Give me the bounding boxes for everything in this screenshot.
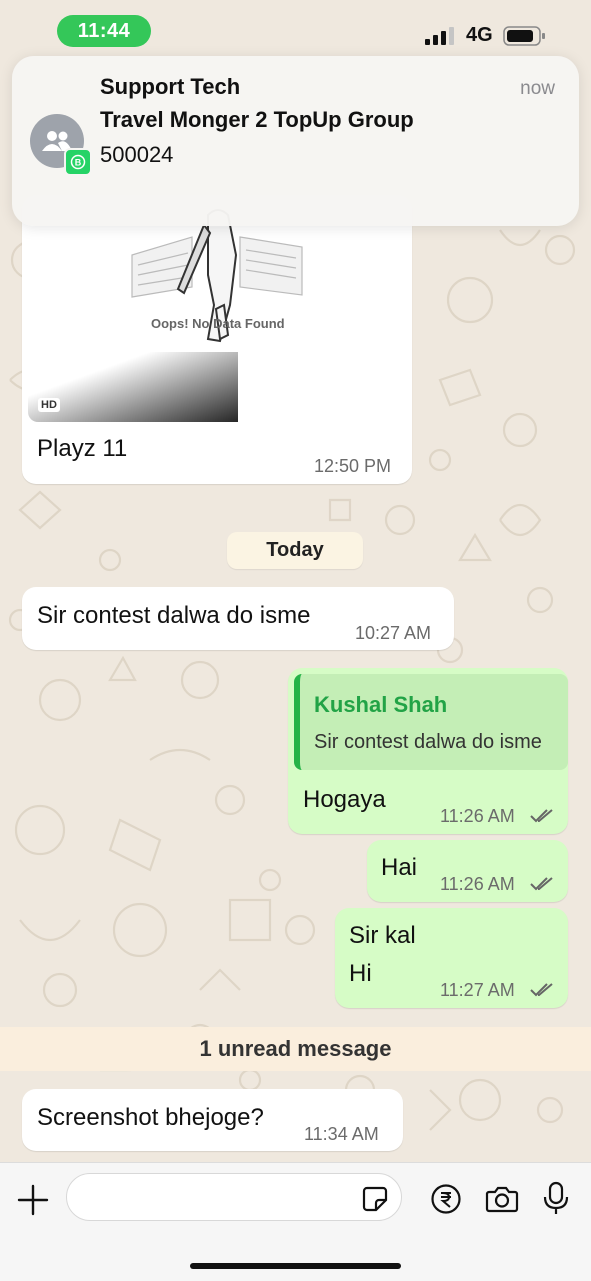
notification-body: 500024: [100, 142, 174, 167]
message-time: 12:50 PM: [314, 456, 392, 476]
sticker-icon[interactable]: [361, 1185, 389, 1213]
incoming-message[interactable]: Screenshot bhejoge? 11:34 AM: [22, 1089, 403, 1151]
no-data-label: Oops! No Data Found: [151, 316, 285, 331]
outgoing-reply-message[interactable]: Kushal Shah Sir contest dalwa do isme Ho…: [288, 668, 568, 834]
network-type-label: 4G: [466, 24, 493, 46]
message-time: 11:26 AM: [440, 806, 515, 826]
message-time: 11:34 AM: [304, 1124, 379, 1144]
message-input-bar: [0, 1162, 591, 1281]
camera-icon[interactable]: [485, 1185, 519, 1213]
quoted-text: Sir contest dalwa do isme: [314, 731, 542, 753]
incoming-message[interactable]: Sir contest dalwa do isme 10:27 AM: [22, 587, 454, 650]
rupee-payment-icon[interactable]: [430, 1183, 462, 1215]
notification-banner[interactable]: B Support Tech Travel Monger 2 TopUp Gro…: [12, 56, 579, 226]
message-text: Sir contest dalwa do isme: [37, 602, 311, 629]
read-ticks-icon: [530, 877, 553, 891]
notification-title: Support Tech: [100, 74, 241, 99]
status-time[interactable]: 11:44: [57, 15, 151, 47]
outgoing-message[interactable]: Hai 11:26 AM: [367, 840, 568, 902]
date-separator: Today: [227, 532, 363, 569]
message-input[interactable]: [66, 1173, 402, 1221]
message-image[interactable]: Oops! No Data Found HD: [28, 195, 408, 422]
quoted-author: Kushal Shah: [314, 692, 448, 717]
plus-icon[interactable]: [16, 1183, 50, 1217]
svg-text:B: B: [75, 158, 82, 168]
read-ticks-icon: [530, 983, 553, 997]
status-bar: 11:44 4G: [0, 0, 591, 62]
message-text: Screenshot bhejoge?: [37, 1104, 264, 1131]
message-time: 11:26 AM: [440, 874, 515, 894]
message-text: Hai: [381, 854, 418, 881]
whatsapp-business-icon: B: [64, 148, 92, 176]
hd-badge: HD: [38, 398, 60, 412]
notification-subtitle: Travel Monger 2 TopUp Group: [100, 107, 414, 132]
image-gradient: [28, 352, 238, 422]
outgoing-message[interactable]: Sir kal Hi 11:27 AM: [335, 908, 568, 1008]
battery-icon: [503, 26, 545, 46]
microphone-icon[interactable]: [542, 1181, 570, 1217]
message-time: 10:27 AM: [355, 623, 432, 643]
quoted-message[interactable]: Kushal Shah Sir contest dalwa do isme: [294, 674, 568, 770]
message-text: Hogaya: [303, 786, 386, 813]
message-time: 11:27 AM: [440, 980, 515, 1000]
cellular-signal-icon: [425, 27, 454, 45]
image-message-bubble[interactable]: Oops! No Data Found HD Playz 11 12:50 PM: [22, 195, 412, 484]
message-text-line: Hi: [349, 960, 372, 987]
home-indicator: [190, 1263, 401, 1269]
message-text-line: Sir kal: [349, 922, 416, 949]
read-ticks-icon: [530, 809, 553, 823]
message-text: Playz 11: [37, 435, 128, 462]
notification-time: now: [520, 78, 555, 99]
unread-messages-banner: 1 unread message: [0, 1027, 591, 1071]
